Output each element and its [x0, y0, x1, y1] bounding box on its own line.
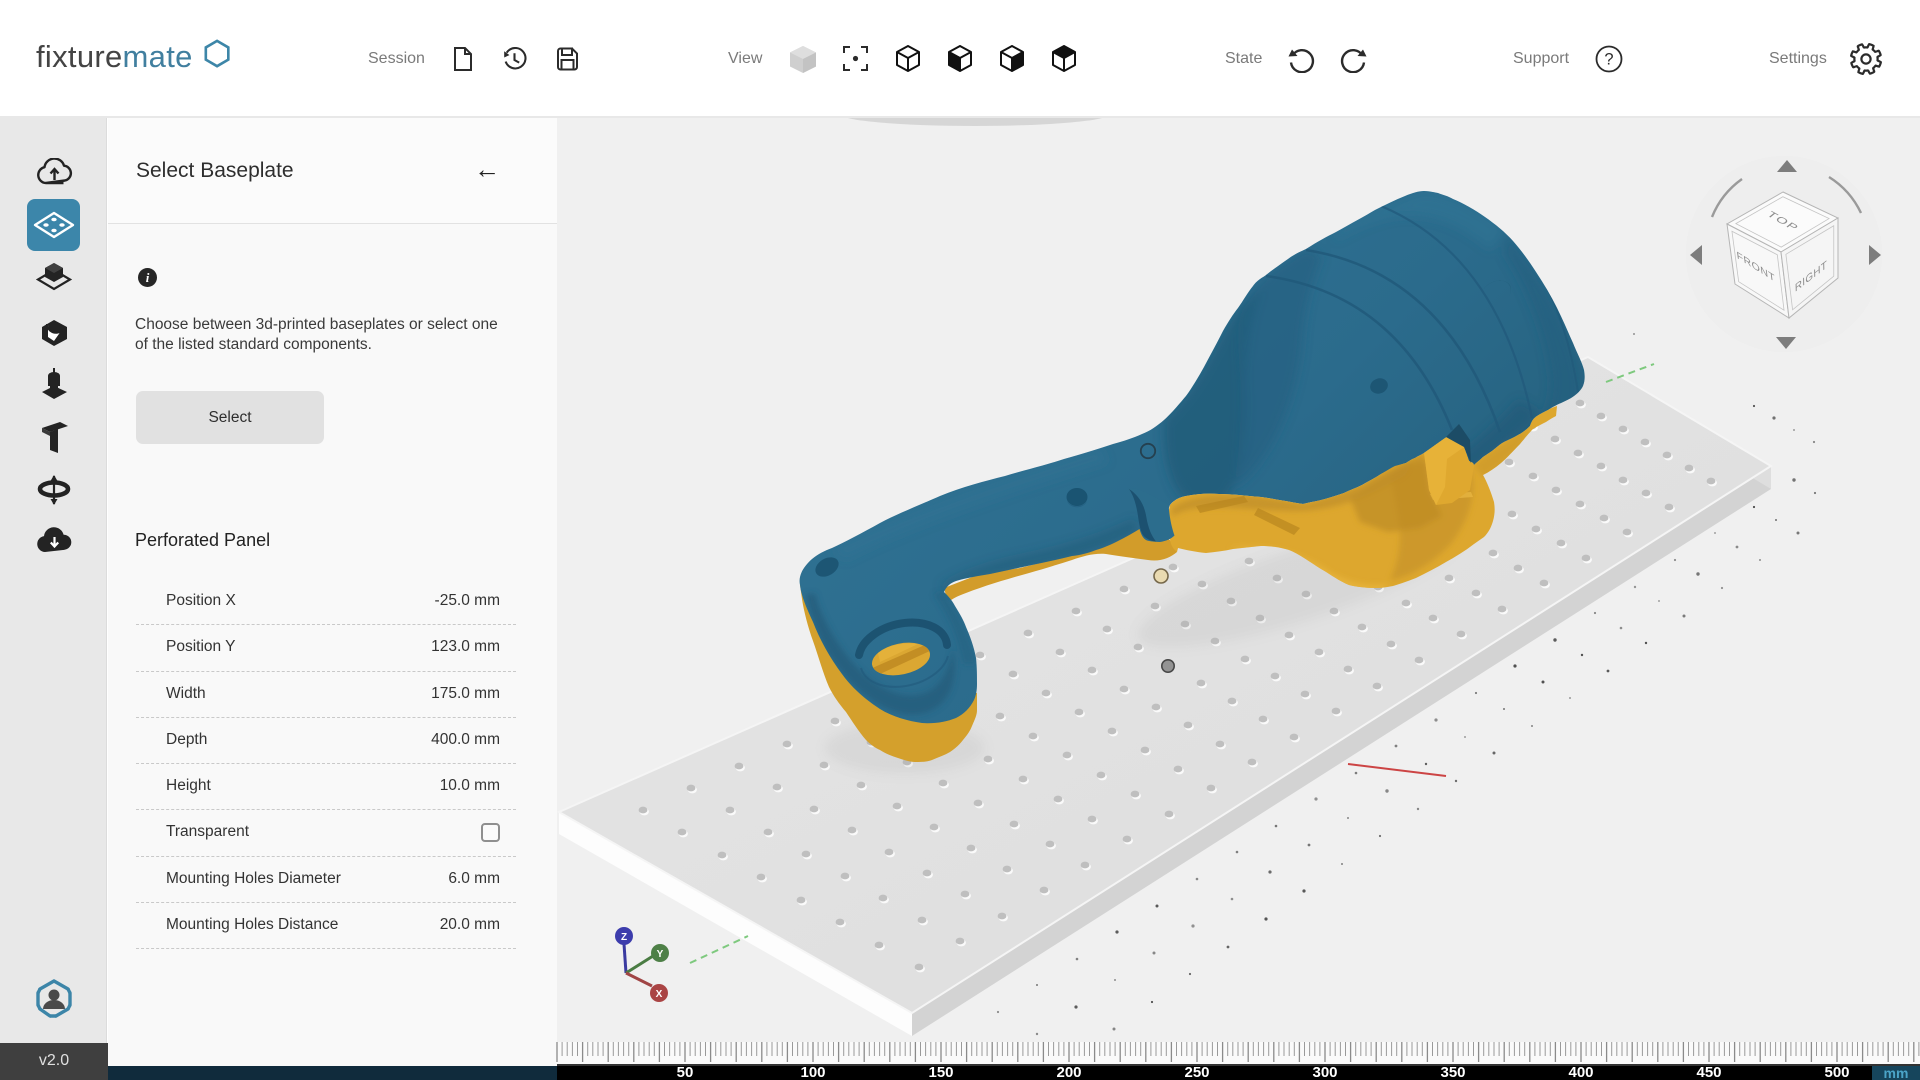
svg-text:300: 300 — [1312, 1064, 1337, 1080]
svg-text:Y: Y — [657, 949, 664, 960]
svg-text:50: 50 — [677, 1064, 694, 1080]
svg-text:X: X — [656, 989, 663, 1000]
svg-text:250: 250 — [1184, 1064, 1209, 1080]
svg-text:150: 150 — [928, 1064, 953, 1080]
svg-text:200: 200 — [1056, 1064, 1081, 1080]
svg-text:450: 450 — [1696, 1064, 1721, 1080]
svg-text:350: 350 — [1440, 1064, 1465, 1080]
svg-text:400: 400 — [1568, 1064, 1593, 1080]
svg-text:500: 500 — [1824, 1064, 1849, 1080]
svg-text:Z: Z — [621, 932, 627, 943]
svg-text:mm: mm — [1884, 1065, 1909, 1080]
svg-text:100: 100 — [800, 1064, 825, 1080]
